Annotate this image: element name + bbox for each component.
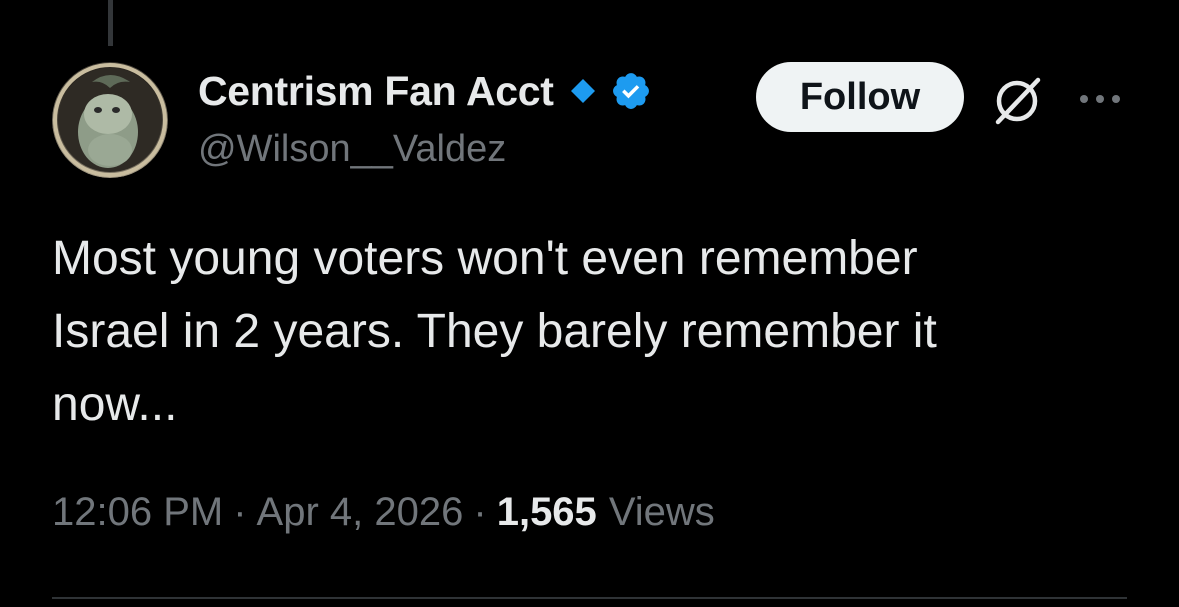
author-name-row: Centrism Fan Acct: [198, 66, 652, 116]
follow-button[interactable]: Follow: [756, 62, 964, 132]
thread-connector-line: [108, 0, 113, 46]
divider: [52, 597, 1127, 599]
tweet-text: Most young voters won't even remember Is…: [52, 222, 1142, 441]
meta-separator: ·: [233, 490, 247, 534]
verified-badge-icon[interactable]: [610, 70, 652, 112]
meta-separator: ·: [473, 490, 487, 534]
tweet-metadata: 12:06 PM · Apr 4, 2026 · 1,565 Views: [52, 490, 715, 535]
author-handle[interactable]: @Wilson__Valdez: [198, 128, 506, 171]
profile-avatar[interactable]: [52, 62, 168, 178]
tweet-text-line: now...: [52, 378, 178, 431]
tweet-date[interactable]: Apr 4, 2026: [257, 490, 464, 535]
views-count: 1,565: [496, 490, 597, 534]
grok-icon[interactable]: [990, 72, 1046, 128]
tweet-text-line: Israel in 2 years. They barely remember …: [52, 305, 937, 358]
author-display-name[interactable]: Centrism Fan Acct: [198, 68, 554, 115]
more-options-icon[interactable]: [1076, 84, 1124, 114]
tweet-text-line: Most young voters won't even remember: [52, 232, 918, 285]
diamond-icon[interactable]: [570, 78, 596, 104]
avatar-image: [52, 62, 168, 178]
tweet-time[interactable]: 12:06 PM: [52, 490, 223, 535]
views-label: Views: [608, 490, 715, 534]
